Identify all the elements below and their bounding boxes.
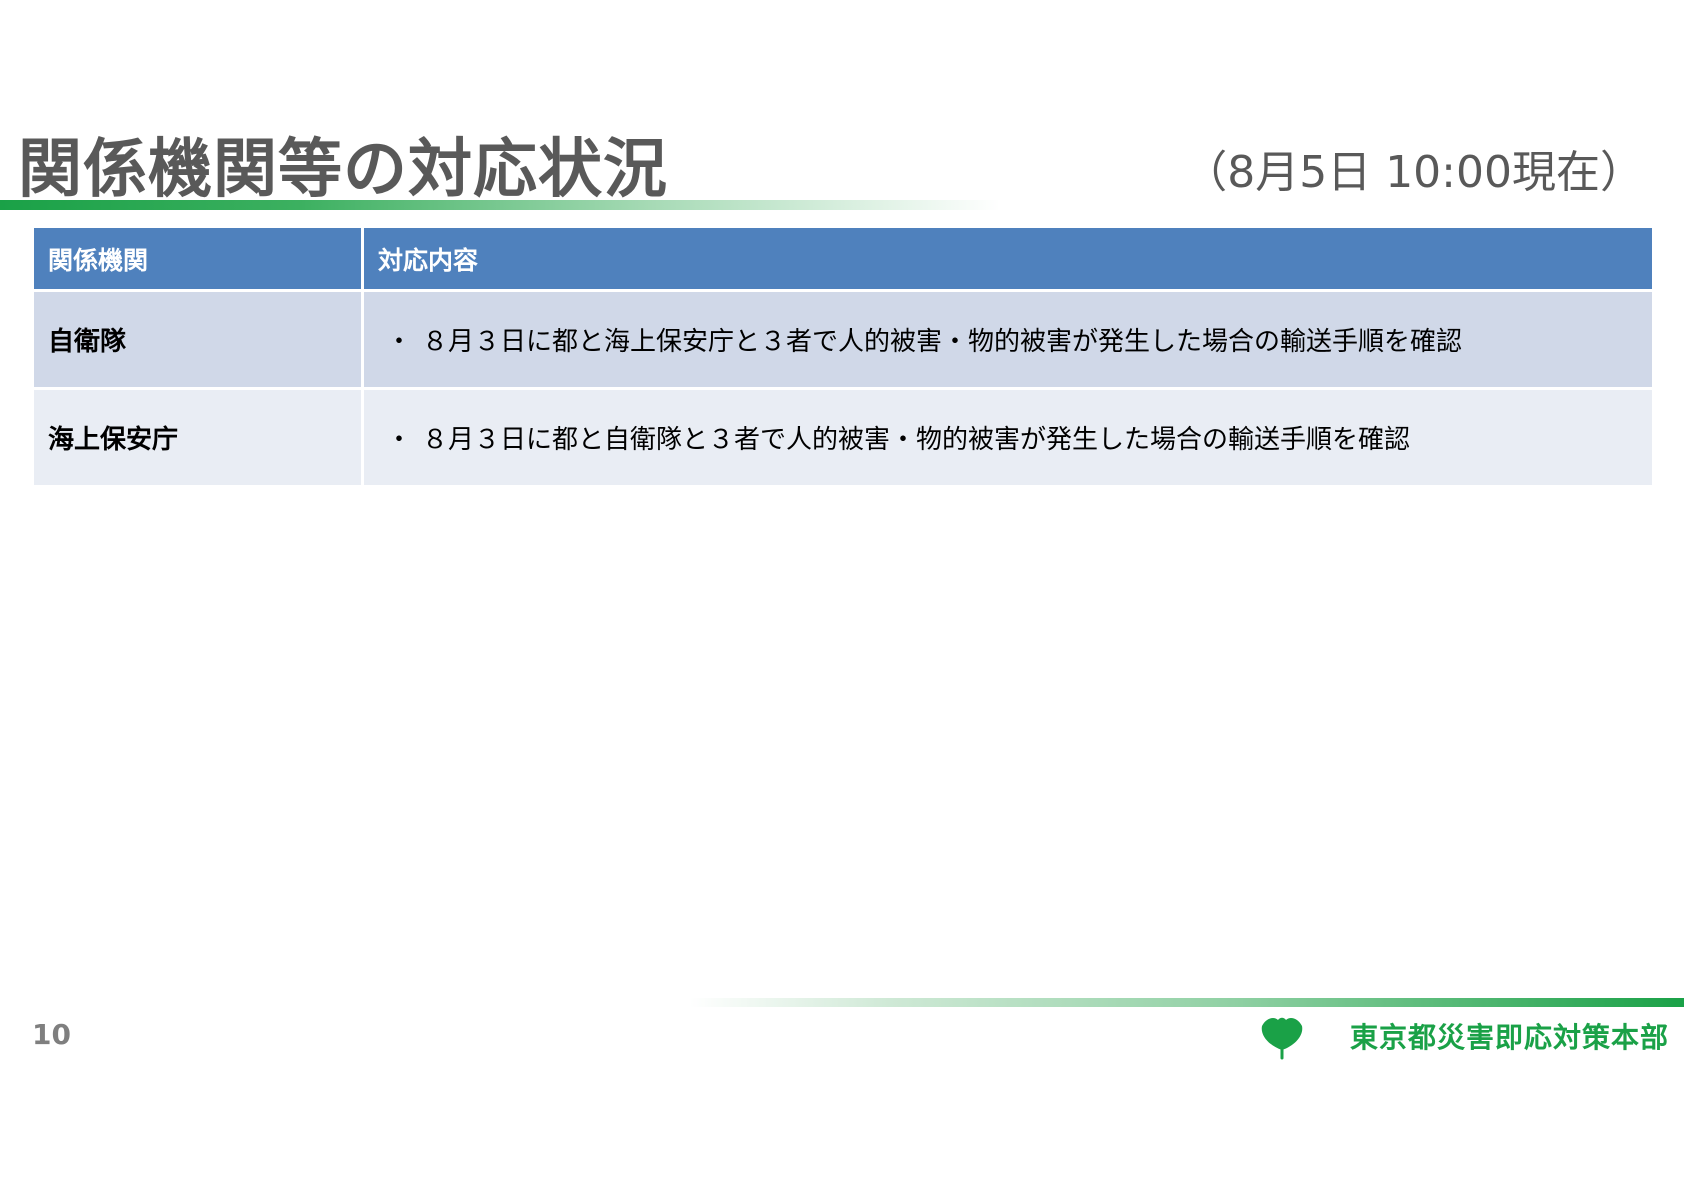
bullet: ・ [386,425,413,455]
page-title: 関係機関等の対応状況 [18,133,668,207]
response-cell: ・ ８月３日に都と海上保安庁と３者で人的被害・物的被害が発生した場合の輸送手順を確… [361,289,1655,390]
response-text: ８月３日に都と自衛隊と３者で人的被害・物的被害が発生した場合の輸送手順を確認 [422,425,1411,455]
slide: 関係機関等の対応状況 （8月5日 10:00現在） 関係機関 対応内容 自衛隊 … [0,0,1684,1190]
ginkgo-leaf-icon [1261,1017,1303,1060]
footer-rule [690,998,1684,1007]
bullet: ・ [386,327,413,357]
table-header-row: 関係機関 対応内容 [31,225,1655,292]
as-of-timestamp: （8月5日 10:00現在） [1183,147,1644,198]
table-row: 海上保安庁 ・ ８月３日に都と自衛隊と３者で人的被害・物的被害が発生した場合の輸送… [31,387,1655,488]
response-cell: ・ ８月３日に都と自衛隊と３者で人的被害・物的被害が発生した場合の輸送手順を確認 [361,387,1655,488]
response-text: ８月３日に都と海上保安庁と３者で人的被害・物的被害が発生した場合の輸送手順を確認 [422,327,1463,357]
organization-cell: 自衛隊 [31,289,364,390]
table-row: 自衛隊 ・ ８月３日に都と海上保安庁と３者で人的被害・物的被害が発生した場合の輸送… [31,289,1655,390]
status-table: 関係機関 対応内容 自衛隊 ・ ８月３日に都と海上保安庁と３者で人的被害・物的被害… [31,225,1655,488]
page-number: 10 [32,1018,71,1051]
organization-cell: 海上保安庁 [31,387,364,488]
header-organization: 関係機関 [31,225,364,292]
header-response: 対応内容 [361,225,1655,292]
title-underline [0,200,1000,210]
organization-name: 東京都災害即応対策本部 [1350,1021,1670,1054]
